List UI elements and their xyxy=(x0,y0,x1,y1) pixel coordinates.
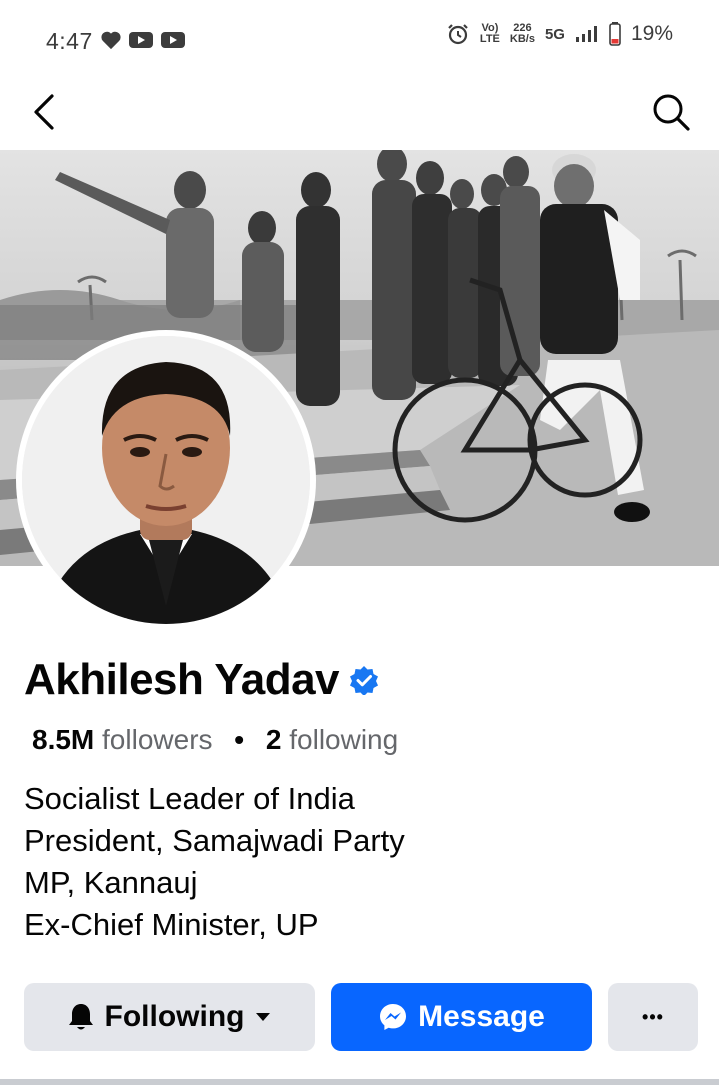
followers-count[interactable]: 8.5M xyxy=(32,724,94,755)
battery-percent: 19% xyxy=(630,22,673,45)
section-divider xyxy=(0,1079,719,1085)
notification-icons xyxy=(100,30,186,50)
following-button-label: Following xyxy=(104,1000,245,1033)
more-options-icon: ••• xyxy=(642,1006,664,1027)
heart-icon xyxy=(101,31,121,50)
bell-icon xyxy=(68,1004,93,1030)
profile-avatar[interactable] xyxy=(16,330,316,630)
following-button[interactable]: Following xyxy=(24,983,315,1051)
message-button[interactable]: Message xyxy=(331,983,592,1051)
avatar-image xyxy=(22,336,310,624)
verified-badge-icon xyxy=(350,666,379,695)
profile-actions: Following Message ••• xyxy=(24,983,698,1051)
search-button[interactable] xyxy=(649,90,693,134)
status-time: 4:47 xyxy=(46,28,93,54)
alarm-icon xyxy=(448,24,468,45)
profile-name: Akhilesh Yadav xyxy=(24,655,340,704)
messenger-icon xyxy=(380,1004,407,1030)
avatar-portrait xyxy=(22,336,310,624)
system-icons: Vo) LTE 226 KB/s 5G 19% xyxy=(446,22,673,46)
status-bar: 4:47 Vo) LTE 226 KB/s 5G 19% xyxy=(0,0,719,82)
follower-stats: 8.5M followers • 2 following xyxy=(32,724,398,756)
top-navbar xyxy=(0,82,719,148)
back-arrow-icon xyxy=(34,94,54,130)
more-options-button[interactable]: ••• xyxy=(608,983,698,1051)
stats-separator: • xyxy=(234,724,245,755)
battery-icon xyxy=(609,22,621,46)
data-speed: 226 KB/s xyxy=(510,23,535,45)
back-button[interactable] xyxy=(26,90,66,134)
youtube-icon xyxy=(129,32,153,48)
bio-line: President, Samajwadi Party xyxy=(24,823,405,858)
bio-line: Socialist Leader of India xyxy=(24,781,355,816)
search-icon xyxy=(653,94,690,131)
message-button-label: Message xyxy=(418,1000,545,1033)
followers-label[interactable]: followers xyxy=(102,724,212,755)
volte-indicator: Vo) LTE xyxy=(480,23,500,45)
signal-icon xyxy=(575,26,597,42)
bio-line: MP, Kannauj xyxy=(24,865,198,900)
bio-line: Ex-Chief Minister, UP xyxy=(24,907,319,942)
following-label[interactable]: following xyxy=(289,724,398,755)
volte-bottom: LTE xyxy=(479,33,500,45)
profile-bio: Socialist Leader of India President, Sam… xyxy=(24,778,405,946)
profile-name-row: Akhilesh Yadav xyxy=(24,655,379,705)
youtube-icon-2 xyxy=(161,32,185,48)
speed-unit: KB/s xyxy=(509,33,535,45)
network-type: 5G xyxy=(544,25,565,43)
following-count[interactable]: 2 xyxy=(266,724,282,755)
caret-down-icon xyxy=(256,1013,271,1021)
